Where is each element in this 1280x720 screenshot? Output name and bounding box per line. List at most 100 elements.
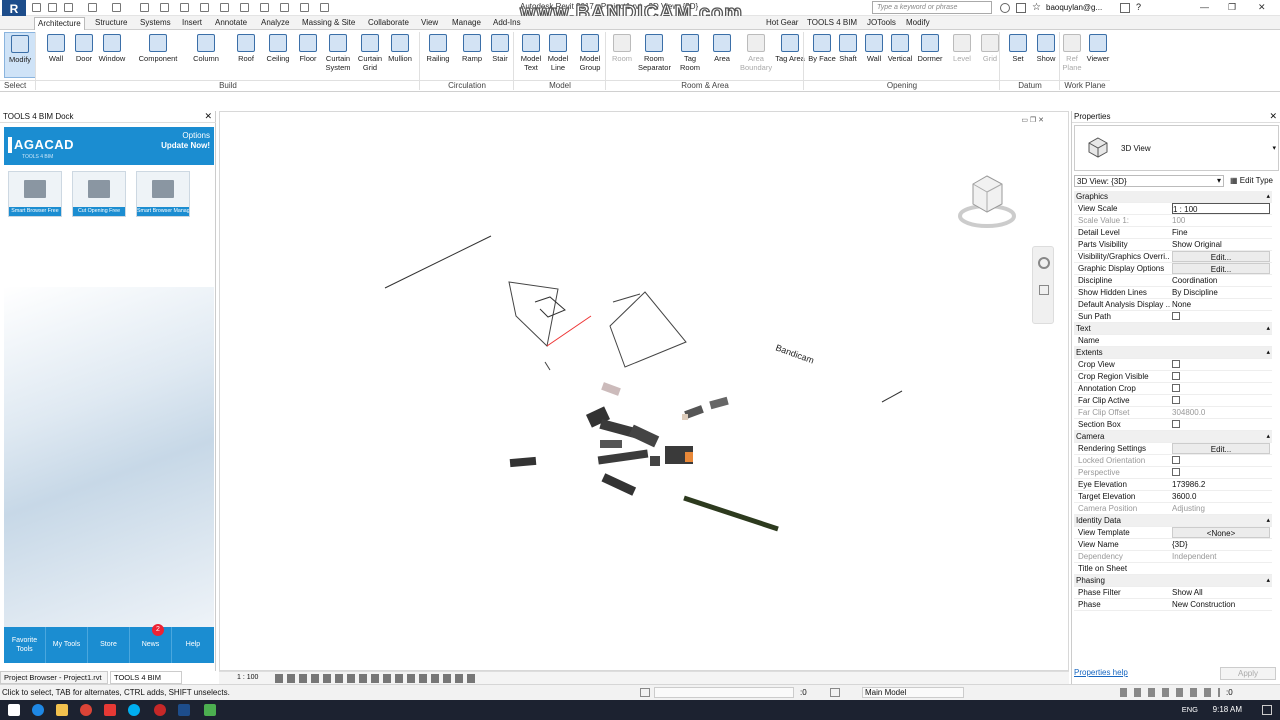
section-label[interactable]: Phasing <box>1076 575 1168 586</box>
roof-button[interactable]: Roof <box>230 32 262 78</box>
panel-select[interactable]: Select <box>0 80 36 91</box>
property-value[interactable] <box>1172 395 1270 406</box>
update-now-link[interactable]: Update Now! <box>161 141 210 151</box>
modify-button[interactable]: Modify <box>4 32 36 78</box>
design-option-select[interactable]: Main Model <box>862 687 964 698</box>
model-group-button[interactable]: Model Group <box>574 32 606 78</box>
notifications-icon[interactable] <box>1262 705 1272 715</box>
design-options-icon[interactable] <box>830 688 840 697</box>
exchange-apps-icon[interactable] <box>1120 3 1130 13</box>
tab-view[interactable]: View <box>418 17 441 30</box>
property-value[interactable] <box>1172 371 1270 382</box>
checkbox[interactable] <box>1172 420 1180 428</box>
component-button[interactable]: Component <box>132 32 184 78</box>
curtain-grid-button[interactable]: Curtain Grid <box>354 32 386 78</box>
property-value[interactable]: 1 : 100 <box>1172 203 1270 214</box>
view-control-icons[interactable] <box>275 674 475 683</box>
area-boundary-button[interactable]: Area Boundary <box>740 32 772 78</box>
undo-icon[interactable] <box>88 3 97 12</box>
file-explorer-icon[interactable] <box>56 704 68 716</box>
view-scale[interactable]: 1 : 100 <box>237 674 258 681</box>
model-line-button[interactable]: Model Line <box>542 32 574 78</box>
3d-view-canvas[interactable]: ▭ ❐ ✕ Bandicam <box>219 111 1069 671</box>
revit-taskbar-icon[interactable] <box>178 704 190 716</box>
skype-icon[interactable] <box>128 704 140 716</box>
tab-architecture[interactable]: Architecture <box>34 17 85 30</box>
tab-massing-site[interactable]: Massing & Site <box>299 17 358 30</box>
window-button[interactable]: Window <box>96 32 128 78</box>
text-icon[interactable] <box>200 3 209 12</box>
tab-add-ins[interactable]: Add-Ins <box>490 17 524 30</box>
edge-icon[interactable] <box>32 704 44 716</box>
steering-wheel-icon[interactable] <box>1038 257 1050 269</box>
collapse-icon[interactable]: ▴ <box>1266 575 1270 586</box>
property-value[interactable] <box>1172 563 1270 574</box>
property-value[interactable] <box>1172 419 1270 430</box>
property-value[interactable] <box>1172 467 1270 478</box>
tab-structure[interactable]: Structure <box>92 17 130 30</box>
section-label[interactable]: Identity Data <box>1076 515 1168 526</box>
nav-favorite-tools[interactable]: Favorite Tools <box>4 627 46 663</box>
tab-collaborate[interactable]: Collaborate <box>365 17 412 30</box>
tab-jotools[interactable]: JOTools <box>864 17 899 30</box>
property-value[interactable]: Show All <box>1172 587 1270 598</box>
properties-close-icon[interactable]: ✕ <box>1269 111 1277 122</box>
tab-tools-4-bim[interactable]: TOOLS 4 BIM <box>804 17 860 30</box>
panel-opening[interactable]: Opening <box>804 80 1000 91</box>
view-cube-icon[interactable] <box>958 170 1016 232</box>
favorite-star-icon[interactable]: ☆ <box>1032 2 1041 13</box>
tab-modify[interactable]: Modify <box>903 17 933 30</box>
tag-room-button[interactable]: Tag Room <box>674 32 706 78</box>
save-icon[interactable] <box>48 3 57 12</box>
section-icon[interactable] <box>240 3 249 12</box>
property-value[interactable]: <None> <box>1172 527 1270 538</box>
property-value[interactable] <box>1172 455 1270 466</box>
property-value[interactable] <box>1172 383 1270 394</box>
section-label[interactable]: Camera <box>1076 431 1168 442</box>
selection-filter-icons[interactable] <box>1120 688 1220 697</box>
collapse-icon[interactable]: ▴ <box>1266 515 1270 526</box>
dormer-button[interactable]: Dormer <box>914 32 946 78</box>
property-value[interactable]: None <box>1172 299 1270 310</box>
smart-browser-manage-tool[interactable]: Smart Browser Manage <box>136 171 190 217</box>
panel-work-plane[interactable]: Work Plane <box>1060 80 1110 91</box>
railing-button[interactable]: Railing <box>422 32 454 78</box>
property-value[interactable]: 304800.0 <box>1172 407 1270 418</box>
worksets-icon[interactable] <box>640 688 650 697</box>
sync-icon[interactable] <box>64 3 73 12</box>
panel-build[interactable]: Build <box>36 80 420 91</box>
tab-annotate[interactable]: Annotate <box>212 17 250 30</box>
property-value[interactable]: Edit... <box>1172 443 1270 454</box>
apply-button[interactable]: Apply <box>1220 667 1276 680</box>
project-browser-tab[interactable]: Project Browser - Project1.rvt <box>0 671 108 684</box>
ceiling-button[interactable]: Ceiling <box>262 32 294 78</box>
3d-view-icon[interactable] <box>220 3 229 12</box>
panel-circulation[interactable]: Circulation <box>420 80 514 91</box>
user-sign-in[interactable]: baoquylan@g... <box>1046 3 1102 12</box>
nav-help[interactable]: Help <box>172 627 214 663</box>
tab-systems[interactable]: Systems <box>137 17 174 30</box>
zoom-icon[interactable] <box>1039 285 1049 295</box>
edit-type-button[interactable]: ▦ Edit Type <box>1228 175 1275 186</box>
property-value[interactable]: 3600.0 <box>1172 491 1270 502</box>
tab-hot-gear[interactable]: Hot Gear <box>763 17 801 30</box>
property-value[interactable]: Coordination <box>1172 275 1270 286</box>
property-value[interactable]: By Discipline <box>1172 287 1270 298</box>
instance-selector[interactable]: 3D View: {3D} ▾ <box>1074 175 1224 187</box>
checkbox[interactable] <box>1172 360 1180 368</box>
section-label[interactable]: Text <box>1076 323 1168 334</box>
property-value[interactable]: Independent <box>1172 551 1270 562</box>
collapse-icon[interactable]: ▴ <box>1266 323 1270 334</box>
tab-insert[interactable]: Insert <box>179 17 205 30</box>
measure-icon[interactable] <box>140 3 149 12</box>
customize-qat-icon[interactable] <box>320 3 329 12</box>
search-icon[interactable] <box>1000 3 1010 13</box>
tools4bim-dock-tab[interactable]: TOOLS 4 BIM Dock <box>110 671 182 694</box>
dimension-icon[interactable] <box>160 3 169 12</box>
property-value[interactable] <box>1172 335 1270 346</box>
property-value[interactable] <box>1172 359 1270 370</box>
property-value[interactable]: Adjusting <box>1172 503 1270 514</box>
property-value[interactable]: New Construction <box>1172 599 1270 610</box>
tag-icon[interactable] <box>180 3 189 12</box>
section-label[interactable]: Extents <box>1076 347 1168 358</box>
